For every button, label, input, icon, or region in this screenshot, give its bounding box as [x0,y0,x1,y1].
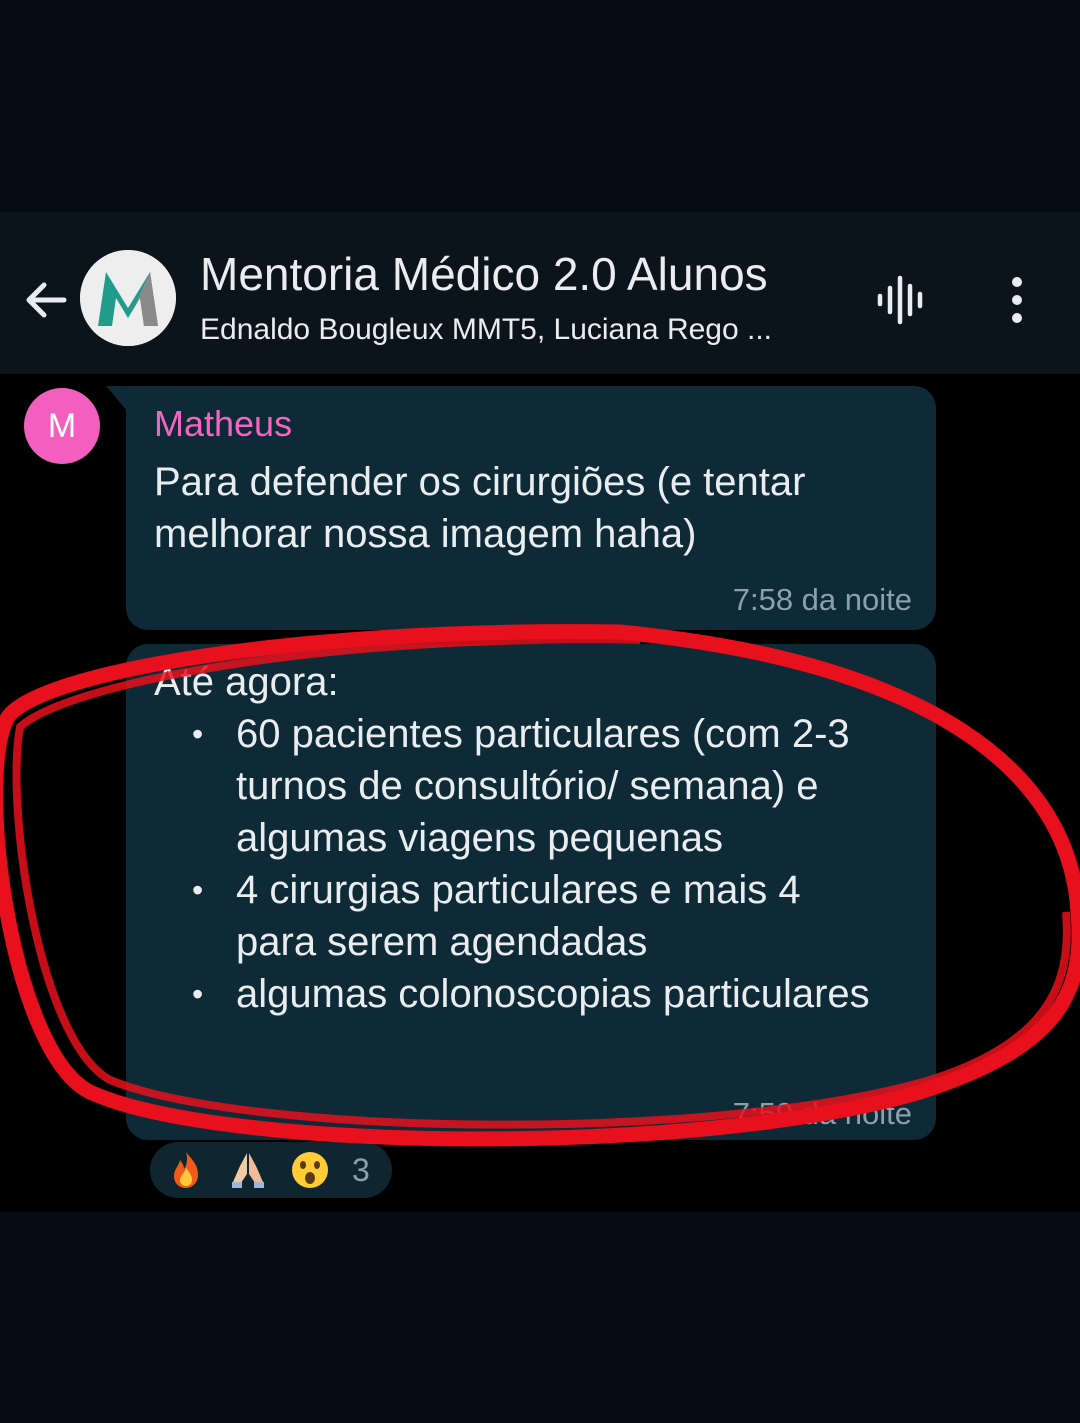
fire-icon [174,1152,198,1188]
message-text: Para defender os cirurgiões (e tentar me… [154,460,806,556]
list-item-text: 4 cirurgias particulares e mais 4 para s… [236,868,801,964]
list-item: • 4 cirurgias particulares e mais 4 para … [188,864,878,968]
astonished-face-icon [292,1152,328,1188]
group-logo-icon [80,250,176,346]
message-bubble[interactable]: Até agora: • 60 pacientes particulares (c… [126,644,936,1140]
arrow-left-icon[interactable] [20,274,72,326]
sender-avatar[interactable]: M [24,388,100,464]
chat-screen: Mentoria Médico 2.0 Alunos Ednaldo Bougl… [0,212,1080,1212]
message-bubble[interactable]: Matheus Para defender os cirurgiões (e t… [126,386,936,630]
message-time: 7:59 da noite [732,1096,912,1131]
sender-name[interactable]: Matheus [154,402,292,446]
list-item-text: algumas colonoscopias particulares [236,972,870,1016]
group-avatar[interactable] [80,250,176,346]
list-item-text: 60 pacientes particulares (com 2-3 turno… [236,712,850,860]
bubble-tail [106,386,128,412]
bullet-icon: • [192,976,204,1012]
bullet-icon: • [192,872,204,908]
message-list: • 60 pacientes particulares (com 2-3 turn… [188,708,878,1020]
more-vertical-icon[interactable] [1000,272,1034,328]
chat-title[interactable]: Mentoria Médico 2.0 Alunos [200,246,850,302]
chat-participants[interactable]: Ednaldo Bougleux MMT5, Luciana Rego ... [200,310,840,350]
reactions-bar[interactable]: 3 [150,1142,392,1198]
chat-header: Mentoria Médico 2.0 Alunos Ednaldo Bougl… [0,212,1080,374]
bullet-icon: • [192,716,204,752]
voice-chat-icon[interactable] [872,272,932,328]
reaction-count: 3 [352,1152,370,1188]
list-item: • 60 pacientes particulares (com 2-3 turn… [188,708,878,864]
message-time: 7:58 da noite [732,582,912,617]
message-text: Até agora: [154,660,339,704]
folded-hands-icon [232,1153,264,1188]
list-item: • algumas colonoscopias particulares [188,968,878,1020]
